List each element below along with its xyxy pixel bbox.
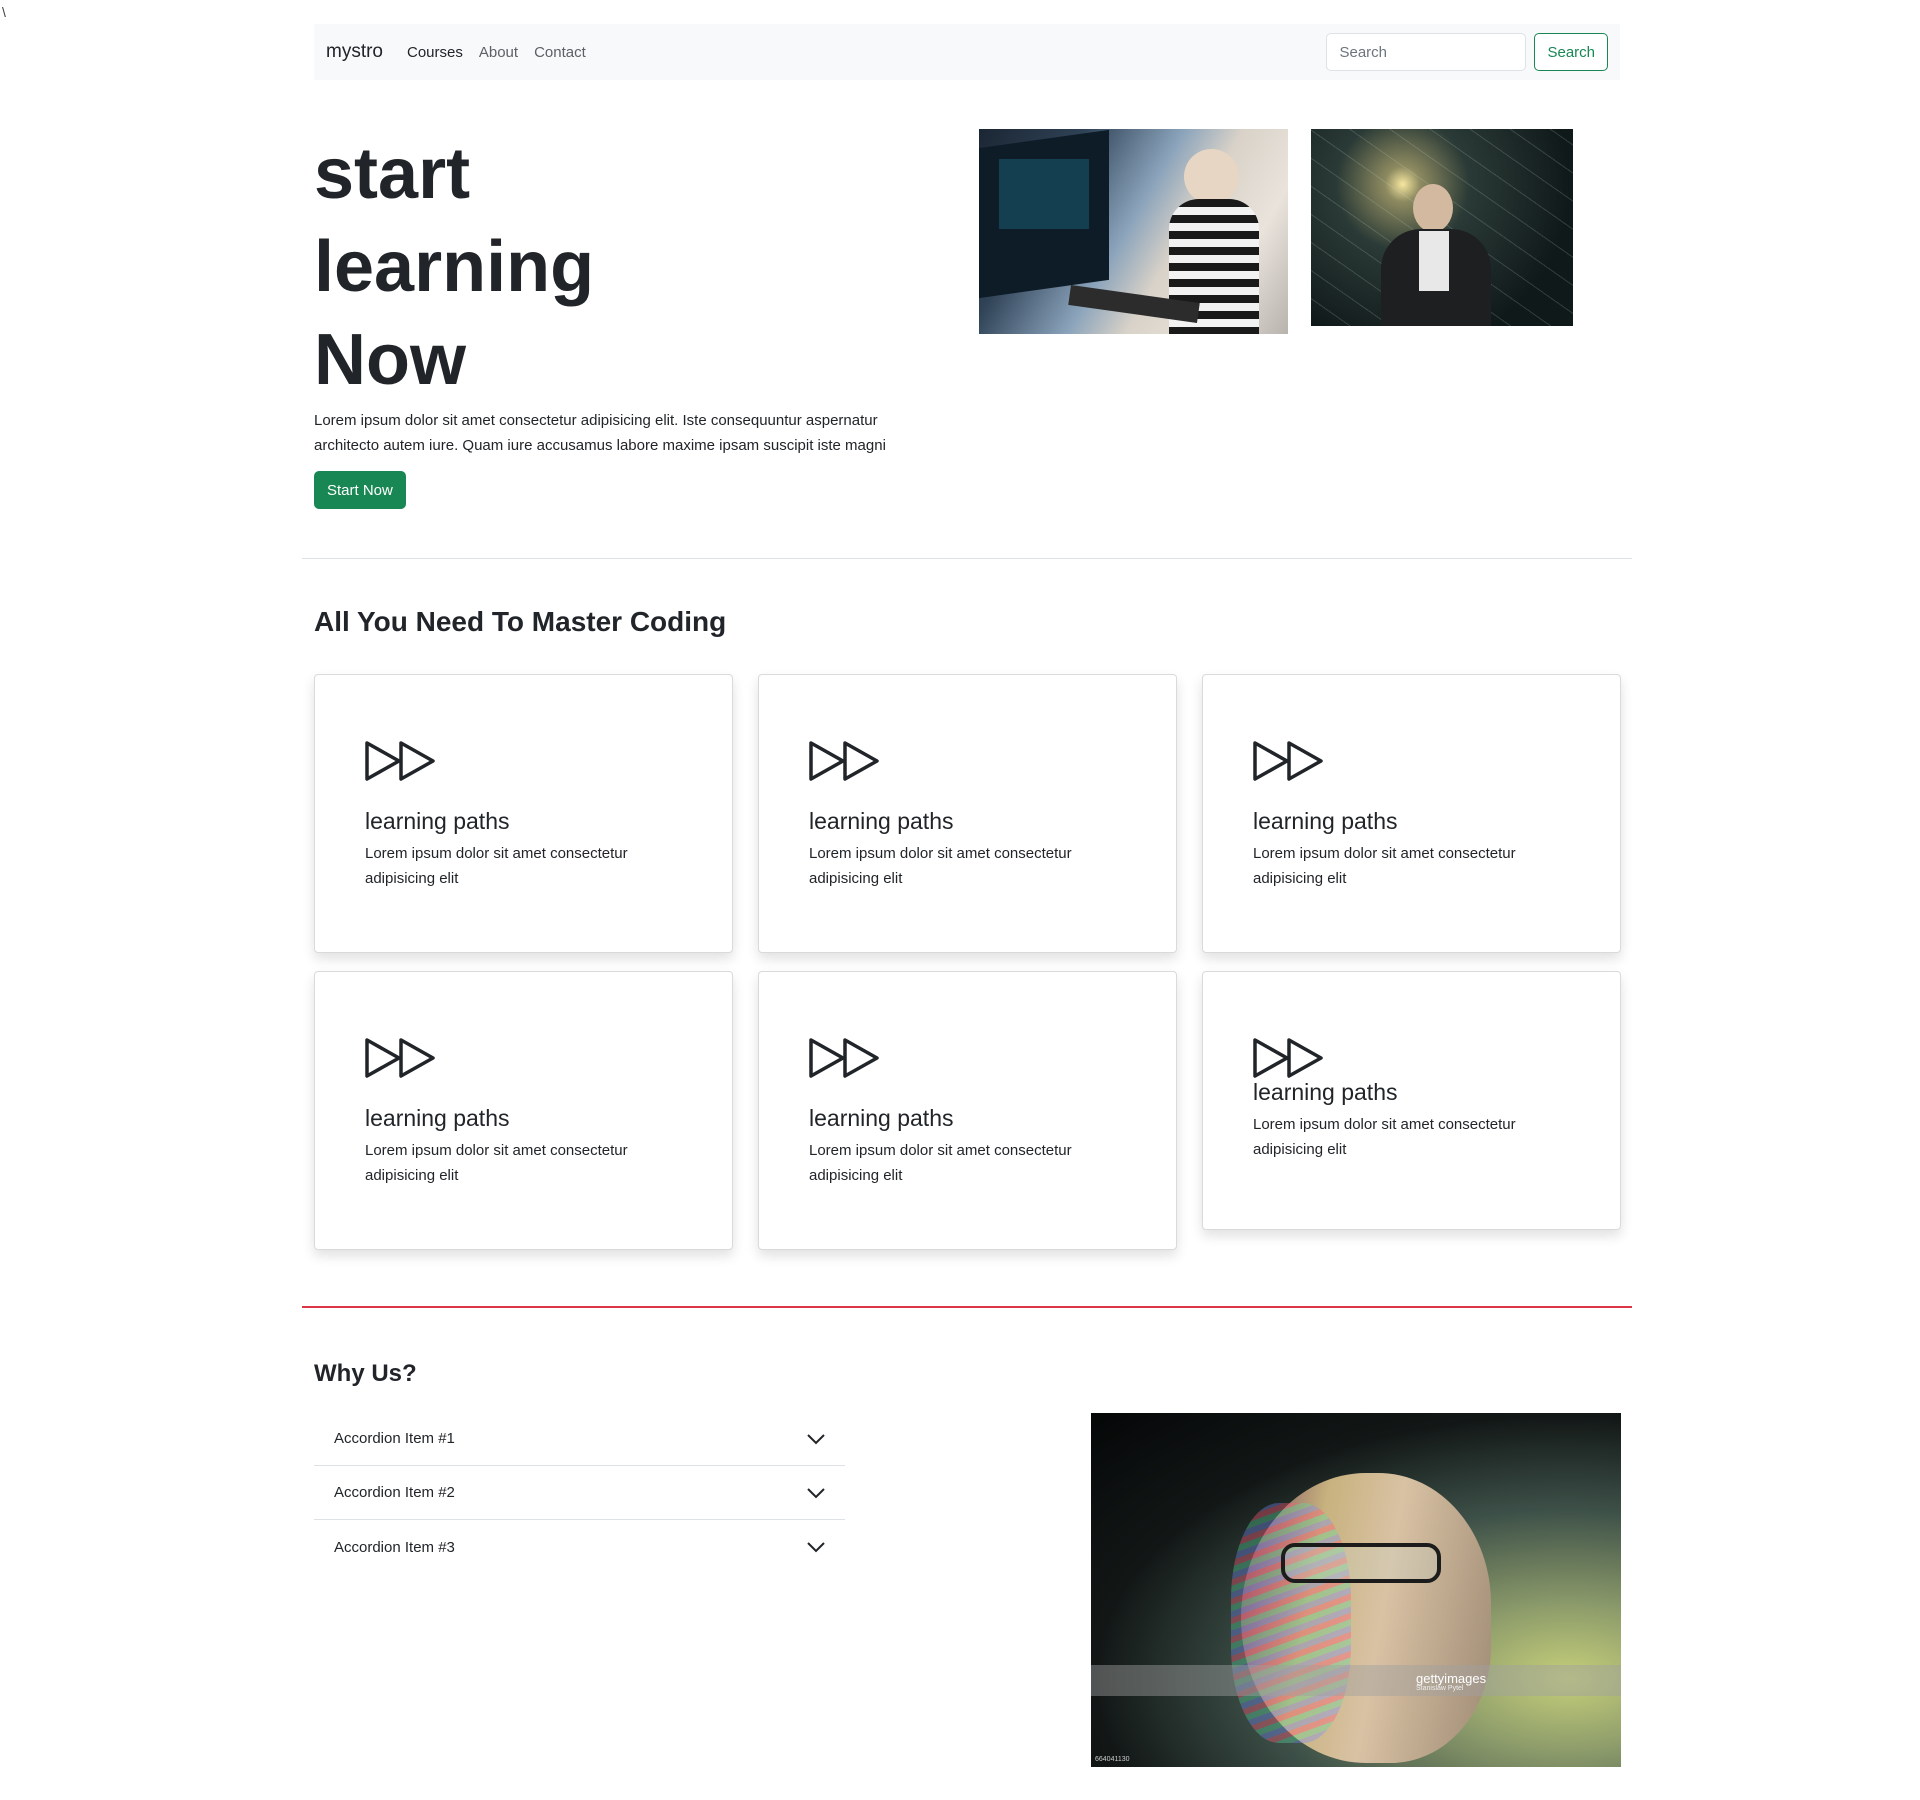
accordion-item-1[interactable]: Accordion Item #1 [314, 1412, 845, 1466]
fast-forward-icon [1253, 741, 1323, 781]
watermark-credit: Stanislaw Pytel [1416, 1685, 1464, 1692]
accordion-item-label: Accordion Item #2 [334, 1484, 455, 1501]
stray-backslash: \ [2, 4, 6, 20]
card-title: learning paths [809, 1105, 954, 1131]
fast-forward-icon [365, 741, 435, 781]
card-text: Lorem ipsum dolor sit amet consectetur a… [809, 1142, 1072, 1184]
hero-image-coder [979, 129, 1288, 334]
fast-forward-icon [365, 1038, 435, 1078]
watermark-bar: gettyimages Stanislaw Pytel [1091, 1665, 1621, 1696]
card-text: Lorem ipsum dolor sit amet consectetur a… [1253, 1116, 1516, 1158]
accordion-item-2[interactable]: Accordion Item #2 [314, 1466, 845, 1520]
chevron-down-icon [807, 1542, 825, 1553]
hero-title-line-3: Now [314, 320, 466, 400]
card-title: learning paths [1253, 808, 1398, 834]
hero-description: Lorem ipsum dolor sit amet consectetur a… [314, 412, 886, 454]
section-divider [302, 558, 1632, 559]
chevron-down-icon [807, 1433, 825, 1444]
accordion-item-label: Accordion Item #1 [334, 1430, 455, 1447]
feature-card: learning paths Lorem ipsum dolor sit ame… [1202, 971, 1621, 1230]
feature-card: learning paths Lorem ipsum dolor sit ame… [314, 674, 733, 953]
search-input[interactable] [1326, 33, 1527, 71]
search-button[interactable]: Search [1534, 33, 1608, 71]
why-us-image: gettyimages Stanislaw Pytel 664041130 [1091, 1413, 1621, 1767]
feature-card: learning paths Lorem ipsum dolor sit ame… [1202, 674, 1621, 953]
card-text: Lorem ipsum dolor sit amet consectetur a… [1253, 845, 1516, 887]
fast-forward-icon [809, 741, 879, 781]
card-text: Lorem ipsum dolor sit amet consectetur a… [365, 1142, 628, 1184]
hero-image-teacher [1311, 129, 1573, 326]
feature-card: learning paths Lorem ipsum dolor sit ame… [758, 674, 1177, 953]
watermark-brand: gettyimages [1416, 1671, 1487, 1686]
why-us-title: Why Us? [314, 1360, 417, 1387]
accordion-item-label: Accordion Item #3 [334, 1538, 455, 1556]
section-divider-red [302, 1306, 1632, 1308]
watermark-id: 664041130 [1095, 1756, 1130, 1763]
hero-title-line-2: learning [314, 227, 595, 307]
card-title: learning paths [1253, 1079, 1398, 1105]
accordion: Accordion Item #1 Accordion Item #2 Acco… [314, 1412, 845, 1574]
nav-link-contact[interactable]: Contact [534, 44, 586, 61]
hero-title: start learning Now [314, 128, 914, 407]
feature-card: learning paths Lorem ipsum dolor sit ame… [758, 971, 1177, 1250]
card-text: Lorem ipsum dolor sit amet consectetur a… [809, 845, 1072, 887]
card-text: Lorem ipsum dolor sit amet consectetur a… [365, 845, 628, 887]
start-now-button[interactable]: Start Now [314, 471, 406, 509]
card-title: learning paths [365, 1105, 510, 1131]
fast-forward-icon [809, 1038, 879, 1078]
card-title: learning paths [365, 808, 510, 834]
hero-title-line-1: start [314, 134, 471, 214]
navbar: mystro Courses About Contact Search [314, 24, 1620, 80]
features-title: All You Need To Master Coding [314, 606, 727, 637]
fast-forward-icon [1253, 1038, 1323, 1078]
card-title: learning paths [809, 808, 954, 834]
feature-card: learning paths Lorem ipsum dolor sit ame… [314, 971, 733, 1250]
nav-link-about[interactable]: About [479, 44, 518, 61]
nav-link-courses[interactable]: Courses [407, 44, 463, 61]
brand-logo[interactable]: mystro [326, 41, 383, 63]
chevron-down-icon [807, 1487, 825, 1498]
accordion-item-3[interactable]: Accordion Item #3 [314, 1520, 845, 1574]
